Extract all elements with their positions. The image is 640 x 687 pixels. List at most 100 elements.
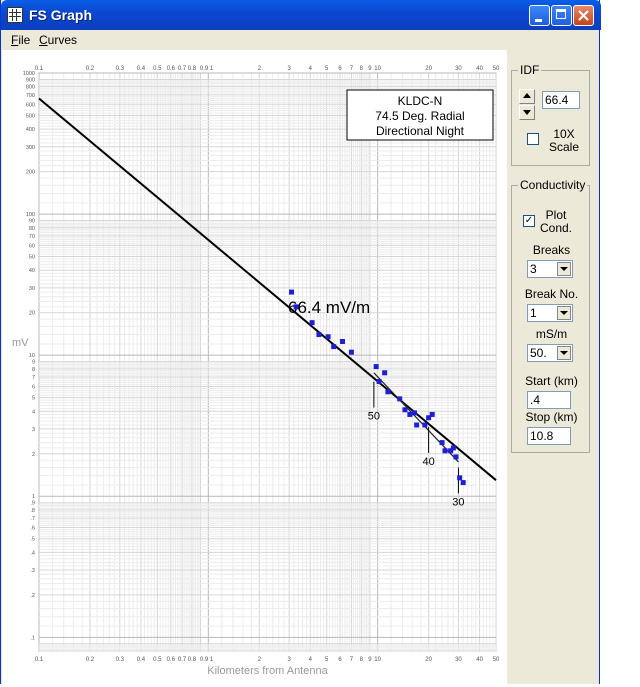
menu-curves-label: urves	[47, 33, 78, 47]
x-tick-label-top: 40	[476, 66, 483, 72]
data-point[interactable]	[407, 411, 413, 417]
breaks-select[interactable]: 3	[527, 260, 573, 278]
menu-bar: File Curves	[1, 30, 599, 50]
menu-curves-mnemonic: C	[39, 33, 48, 47]
y-axis-label: mV	[12, 337, 29, 349]
break-no-select[interactable]: 1	[527, 304, 573, 322]
data-point[interactable]	[382, 370, 388, 376]
app-grid-icon[interactable]	[7, 7, 23, 23]
x-axis-label: Kilometers from Antenna	[207, 665, 328, 677]
start-label: Start (km)	[525, 374, 578, 388]
data-point[interactable]	[373, 364, 379, 370]
data-point[interactable]	[450, 445, 456, 451]
data-point[interactable]	[376, 379, 382, 385]
idf-spin-down[interactable]	[519, 105, 535, 120]
data-point[interactable]	[316, 332, 322, 338]
x-tick-label-bottom: 4	[309, 657, 313, 663]
annotation-line-1: KLDC-N	[398, 94, 443, 108]
data-point[interactable]	[402, 407, 408, 413]
data-point[interactable]	[453, 454, 459, 460]
y-tick-label: 300	[26, 145, 35, 151]
title-bar[interactable]: FS Graph	[1, 0, 601, 30]
y-tick-label: .8	[30, 508, 35, 514]
x-tick-label-bottom: 8	[360, 657, 364, 663]
y-tick-label: 700	[26, 93, 35, 99]
plot-area[interactable]: 0.1 0.1 0.2 0.2 0.3 0.3 0.4 0.4 0.5 0.5 0.6 0.6 0.7 0…	[2, 50, 507, 684]
y-tick-label: 500	[26, 113, 35, 119]
stop-input[interactable]: 10.8	[527, 427, 571, 445]
stop-label: Stop (km)	[525, 410, 578, 424]
plot-cond-label-2: Cond.	[539, 221, 573, 235]
x-tick-label-top: 0.2	[86, 66, 95, 72]
close-icon	[578, 10, 589, 21]
maximize-button[interactable]	[551, 5, 572, 26]
x-tick-label-bottom: 10	[374, 657, 381, 663]
x-tick-label-top: 3	[287, 66, 291, 72]
data-point[interactable]	[414, 422, 420, 428]
x-tick-label-bottom: 30	[455, 657, 462, 663]
idf-spin-up[interactable]	[519, 89, 535, 104]
data-point[interactable]	[429, 411, 435, 417]
data-point[interactable]	[385, 389, 391, 395]
x-tick-label-top: 5	[325, 66, 329, 72]
menu-file-label: ile	[18, 33, 31, 47]
start-input[interactable]: .4	[527, 391, 571, 409]
conductivity-panel: Conductivity ✓ Plot Cond. Breaks 3 Break…	[511, 178, 590, 453]
scale-10x-checkbox[interactable]	[527, 133, 539, 145]
idf-input[interactable]: 66.4	[542, 91, 580, 109]
data-point[interactable]	[325, 334, 331, 340]
y-tick-label: 9	[32, 360, 35, 366]
data-point[interactable]	[457, 475, 463, 481]
x-tick-label-top: 0.4	[137, 66, 146, 72]
data-point[interactable]	[442, 448, 448, 454]
x-tick-label-top: 6	[338, 66, 342, 72]
scale-10x-label-1: 10X	[553, 127, 575, 141]
data-point[interactable]	[309, 320, 315, 326]
x-tick-label-bottom: 5	[325, 657, 329, 663]
x-tick-label-top: 30	[455, 66, 462, 72]
ms-select[interactable]: 50.	[527, 344, 573, 362]
minimize-button[interactable]	[529, 5, 550, 26]
close-button[interactable]	[573, 5, 594, 26]
break-no-value: 1	[530, 306, 537, 320]
break-no-label: Break No.	[524, 287, 579, 301]
idf-panel: IDF 66.4 10X Scale	[511, 63, 590, 166]
plot-cond-checkbox[interactable]: ✓	[523, 215, 535, 227]
y-tick-label: 1	[32, 494, 35, 500]
y-tick-label: 50	[29, 255, 35, 261]
data-point[interactable]	[348, 349, 354, 355]
data-point[interactable]	[331, 344, 337, 350]
data-point[interactable]	[439, 440, 445, 446]
data-point[interactable]	[339, 338, 345, 344]
field-strength-chart[interactable]: 0.10.10.20.20.30.30.40.40.50.50.60.60.70…	[2, 50, 507, 684]
data-point[interactable]	[289, 289, 295, 295]
breaks-label: Breaks	[532, 243, 571, 257]
data-point[interactable]	[293, 304, 299, 310]
y-tick-label: 200	[26, 170, 35, 176]
y-tick-label: .7	[30, 516, 35, 522]
chevron-down-icon[interactable]	[557, 262, 571, 276]
x-tick-label-top: 2	[258, 66, 262, 72]
data-point[interactable]	[422, 422, 428, 428]
menu-curves[interactable]: Curves	[39, 33, 77, 47]
x-tick-label-bottom: 20	[425, 657, 432, 663]
x-tick-label-top: 7	[350, 66, 354, 72]
data-point[interactable]	[460, 480, 466, 486]
annotation-line-3: Directional Night	[376, 124, 465, 138]
data-point[interactable]	[411, 410, 417, 416]
y-tick-label: 20	[29, 311, 35, 317]
x-tick-label-bottom: 0.8	[188, 657, 197, 663]
x-tick-label-bottom: 0.2	[86, 657, 95, 663]
x-tick-label-bottom: 7	[350, 657, 354, 663]
x-tick-label-top: 0.7	[178, 66, 187, 72]
x-tick-label-top: 0.5	[153, 66, 162, 72]
menu-file[interactable]: File	[11, 33, 30, 47]
x-tick-label-bottom: 40	[476, 657, 483, 663]
plot-cond-label-1: Plot	[545, 208, 567, 222]
data-point[interactable]	[397, 396, 403, 402]
chevron-down-icon[interactable]	[557, 346, 571, 360]
y-tick-label: 1000	[23, 71, 35, 77]
x-tick-label-top: 10	[374, 66, 381, 72]
y-tick-label: 7	[32, 375, 35, 381]
chevron-down-icon[interactable]	[557, 306, 571, 320]
